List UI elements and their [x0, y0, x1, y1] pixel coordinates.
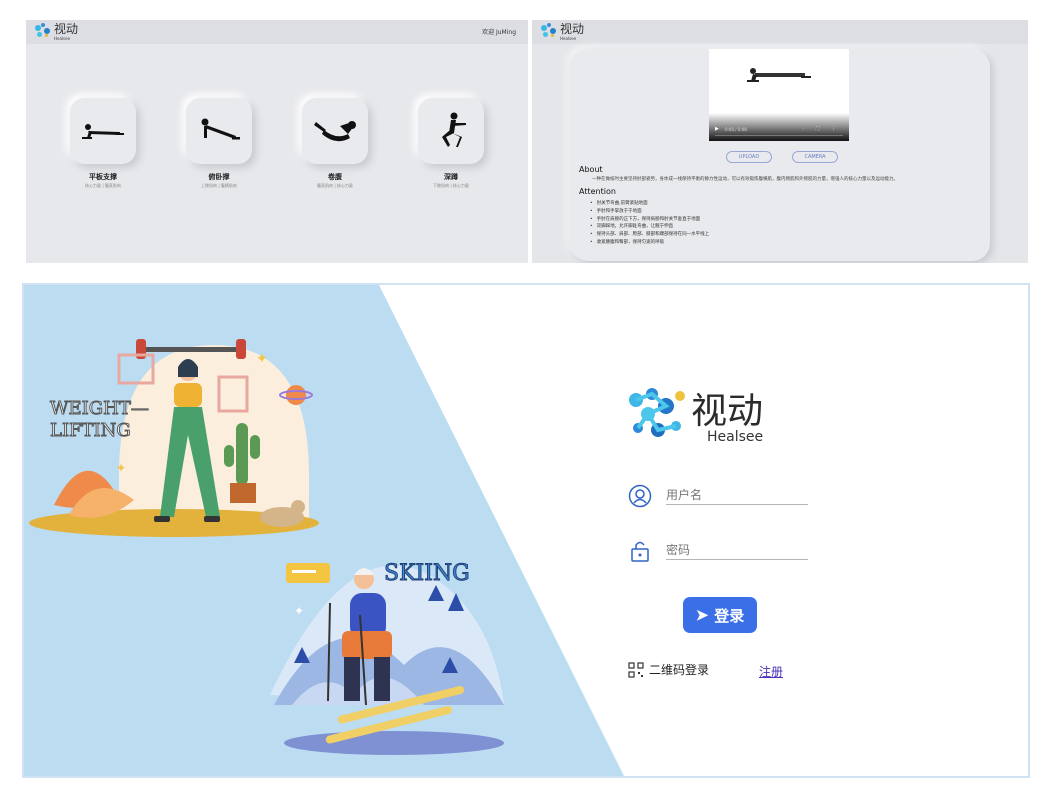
skiing-text: SKIING	[384, 561, 471, 587]
pushup-icon	[201, 118, 240, 140]
exercise-card-squat[interactable]	[418, 98, 484, 164]
login-logo: 视动 Healsee	[626, 378, 826, 448]
exercise-muscles: 腹直肌肉 | 核心力量	[317, 183, 353, 188]
squat-icon	[442, 112, 466, 147]
exercise-muscles: 核心力量 | 腹直肌肉	[85, 183, 121, 188]
attention-item: 双脚踩地，允许脚趾弯曲，让髋于伸直	[590, 223, 709, 231]
username-placeholder: 用户名	[666, 488, 703, 502]
attention-heading: Attention	[579, 187, 616, 196]
svg-text:✦: ✦	[256, 351, 268, 367]
qr-code-icon	[628, 661, 644, 678]
exercise-name: 俯卧撑	[208, 173, 230, 181]
logo-subtext: Healsee	[54, 36, 71, 41]
user-icon	[628, 484, 652, 508]
logo-text: 视动	[54, 22, 79, 36]
exercise-video-player[interactable]: ▶ 0:00 / 0:08 ◦ ⛶ ⋮	[709, 49, 849, 141]
password-underline	[666, 559, 808, 560]
exercise-name: 平板支撑	[89, 173, 117, 181]
about-heading: About	[579, 165, 603, 174]
attention-item: 手肘和手掌放于于地面	[590, 208, 709, 216]
weightlifting-line-2: LIFTING	[50, 420, 132, 442]
exercise-list-screenshot: 视动 Healsee 欢迎 JuMing 平板支撑 核心力量 | 腹直肌肉 俯卧…	[26, 20, 528, 263]
exercise-cards: 平板支撑 核心力量 | 腹直肌肉 俯卧撑 上肢肌肉 | 腹横肌肉 卷腹 腹直肌肉…	[70, 98, 510, 198]
register-link[interactable]: 注册	[759, 663, 783, 680]
exercise-muscles: 上肢肌肉 | 腹横肌肉	[201, 183, 237, 188]
welcome-user[interactable]: 欢迎 JuMing	[482, 27, 516, 36]
app-logo[interactable]: 视动 Healsee	[540, 22, 585, 41]
password-field[interactable]: 密码	[628, 539, 808, 569]
attention-item: 肘关节弯曲,前臂紧贴地面	[590, 200, 709, 208]
exercise-name: 深蹲	[444, 173, 458, 181]
sports-illustration: ✦ ✦ ✦	[24, 285, 624, 776]
username-field[interactable]: 用户名	[628, 484, 808, 514]
lock-icon	[631, 541, 649, 562]
app-logo[interactable]: 视动 Healsee	[34, 22, 79, 41]
logo-mark-icon	[540, 23, 558, 39]
exercise-card-pushup[interactable]	[186, 98, 252, 164]
svg-text:✦: ✦	[294, 604, 304, 618]
camera-button[interactable]: CAMERA	[792, 151, 838, 163]
top-header: 视动 Healsee 欢迎 JuMing	[26, 20, 528, 44]
exercise-card-plank[interactable]	[70, 98, 136, 164]
exercise-name: 卷腹	[328, 173, 342, 181]
logo-text: 视动	[560, 22, 585, 36]
exercise-card-crunch[interactable]	[302, 98, 368, 164]
logo-mark-icon	[34, 23, 52, 39]
plank-icon	[82, 124, 124, 139]
username-underline	[666, 504, 808, 505]
send-icon: ➤	[695, 607, 709, 624]
weightlifting-text: WEIGHT— LIFTING	[50, 398, 150, 442]
logo-text: 视动	[691, 391, 764, 432]
about-text: 一种在做核时主要坚持肘部姿势，身体成一线保持平衡的静力性运动，可以有效锻炼腹横肌…	[592, 177, 898, 182]
qr-login-link[interactable]: 二维码登录	[628, 661, 709, 678]
logo-subtext: Healsee	[707, 429, 764, 445]
attention-item: 手肘在肩膀的正下方，保持肩膀和肘关节垂直于地面	[590, 216, 709, 224]
video-controls: ▶ 0:00 / 0:08 ◦ ⛶ ⋮	[709, 113, 849, 141]
login-button-label: 登录	[714, 607, 745, 625]
login-button[interactable]: ➤ 登录	[683, 597, 757, 633]
play-icon[interactable]: ▶	[715, 126, 719, 132]
password-placeholder: 密码	[666, 543, 691, 557]
video-frame-plank	[747, 68, 811, 82]
top-header: 视动 Healsee	[532, 20, 1028, 44]
weightlifting-line-1: WEIGHT—	[50, 398, 150, 420]
attention-list: 肘关节弯曲,前臂紧贴地面 手肘和手掌放于于地面 手肘在肩膀的正下方，保持肩膀和肘…	[590, 200, 710, 247]
exercise-detail-screenshot: 视动 Healsee ▶ 0:00 / 0:08 ◦ ⛶ ⋮ UPLOAD CA…	[532, 20, 1028, 263]
logo-mark-icon	[629, 388, 685, 437]
svg-text:✦: ✦	[116, 461, 126, 475]
attention-item: 保持头部、肩部、胯部、膝部和踝部保持在同一水平线上	[590, 231, 710, 239]
login-screenshot: ✦ ✦ ✦ WEIGHT— LIFTING SKIING 视动 Healsee …	[22, 283, 1030, 778]
video-time: 0:00 / 0:08	[725, 127, 747, 132]
video-progress-bar[interactable]	[715, 135, 843, 136]
video-extra-controls[interactable]: ◦ ⛶ ⋮	[801, 126, 841, 132]
crunch-icon	[314, 121, 356, 142]
upload-button[interactable]: UPLOAD	[726, 151, 772, 163]
qr-login-label: 二维码登录	[649, 663, 710, 677]
attention-item: 收紧腰腹和臀部，保持匀速的呼吸	[590, 239, 709, 247]
exercise-muscles: 下肢肌肉 | 核心力量	[433, 183, 469, 188]
logo-subtext: Healsee	[560, 36, 577, 41]
